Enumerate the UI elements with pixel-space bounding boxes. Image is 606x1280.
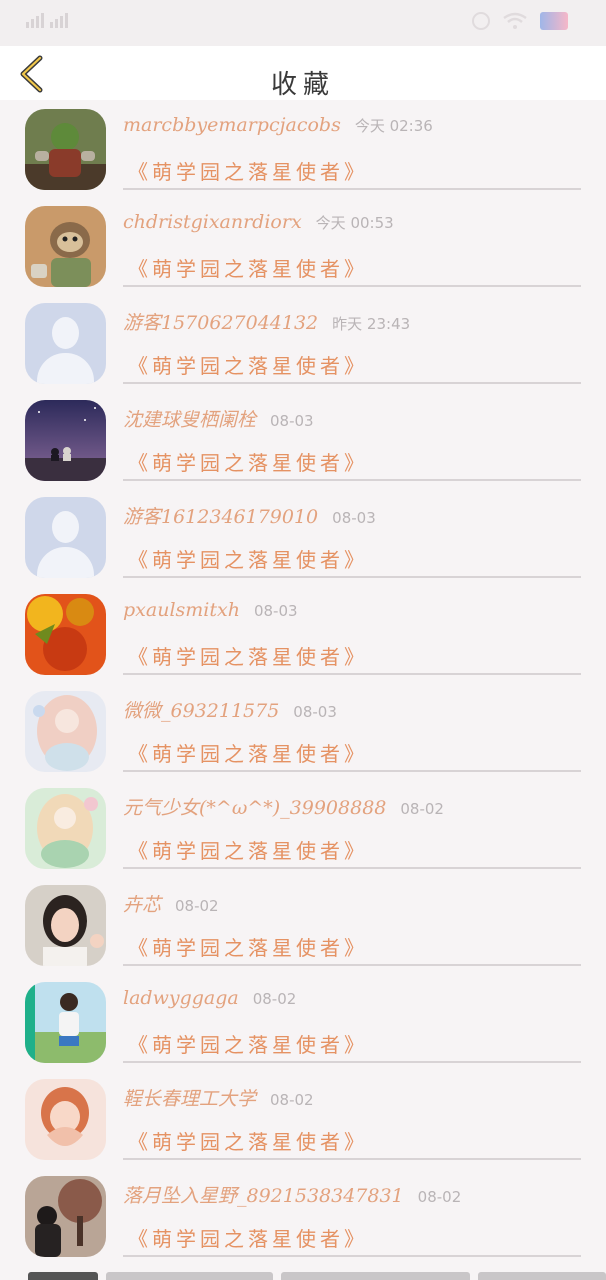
header-bar: 收藏 <box>0 46 606 100</box>
divider <box>123 1061 581 1063</box>
list-item[interactable]: 元气少女(*^ω^*)_39908888 08-02 《萌学园之落星使者》 <box>0 779 606 876</box>
avatar[interactable] <box>25 691 106 772</box>
avatar[interactable] <box>25 885 106 966</box>
book-title-link[interactable]: 《萌学园之落星使者》 <box>128 1223 368 1252</box>
timestamp: 今天 02:36 <box>354 117 433 135</box>
divider <box>123 1255 581 1257</box>
list-item[interactable]: 沈建球叟栖阑栓 08-03 《萌学园之落星使者》 <box>0 391 606 488</box>
divider <box>123 770 581 772</box>
timestamp: 08-03 <box>332 509 376 527</box>
avatar[interactable] <box>25 788 106 869</box>
book-title-link[interactable]: 《萌学园之落星使者》 <box>128 1126 368 1155</box>
divider <box>123 964 581 966</box>
default-avatar-icon[interactable] <box>25 303 106 384</box>
divider <box>123 867 581 869</box>
divider <box>123 1158 581 1160</box>
divider <box>123 285 581 287</box>
wifi-icon <box>503 12 527 29</box>
list-item[interactable]: pxaulsmitxh 08-03 《萌学园之落星使者》 <box>0 585 606 682</box>
avatar[interactable] <box>25 1176 106 1257</box>
username: 鞓长春理工大学 <box>123 1088 257 1110</box>
book-title-link[interactable]: 《萌学园之落星使者》 <box>128 544 368 573</box>
divider <box>123 479 581 481</box>
avatar[interactable] <box>25 400 106 481</box>
heart-hands-icon <box>25 1079 106 1160</box>
next-item-peek <box>0 1272 606 1280</box>
username: 游客1570627044132 <box>123 312 319 334</box>
book-title-link[interactable]: 《萌学园之落星使者》 <box>128 1029 368 1058</box>
timestamp: 08-02 <box>400 800 444 818</box>
battery-icon <box>540 12 568 30</box>
list-item[interactable]: ladwyggaga 08-02 《萌学园之落星使者》 <box>0 973 606 1070</box>
tree-photo-icon <box>25 1176 106 1257</box>
avatar[interactable] <box>25 982 106 1063</box>
list-item[interactable]: chdristgixanrdiorx 今天 00:53 《萌学园之落星使者》 <box>0 197 606 294</box>
book-title-link[interactable]: 《萌学园之落星使者》 <box>128 350 368 379</box>
book-title-link[interactable]: 《萌学园之落星使者》 <box>128 835 368 864</box>
book-title-link[interactable]: 《萌学园之落星使者》 <box>128 738 368 767</box>
timestamp: 今天 00:53 <box>315 214 394 232</box>
username: ladwyggaga <box>123 987 239 1009</box>
list-item[interactable]: marcbbyemarpcjacobs 今天 02:36 《萌学园之落星使者》 <box>0 100 606 197</box>
girl-photo-icon <box>25 885 106 966</box>
sloth-cartoon-icon <box>25 206 106 287</box>
avatar[interactable] <box>25 594 106 675</box>
timestamp: 08-03 <box>293 703 337 721</box>
anime-girl-icon <box>25 788 106 869</box>
default-avatar-icon[interactable] <box>25 497 106 578</box>
timestamp: 08-03 <box>253 602 298 620</box>
timestamp: 08-02 <box>417 1188 462 1206</box>
username: 微微_693211575 <box>123 700 280 722</box>
divider <box>123 576 581 578</box>
avatar[interactable] <box>25 206 106 287</box>
status-bar <box>0 0 606 46</box>
favorites-list: marcbbyemarpcjacobs 今天 02:36 《萌学园之落星使者》 … <box>0 100 606 1264</box>
timestamp: 08-02 <box>270 1091 314 1109</box>
night-sky-icon <box>25 400 106 481</box>
username: 游客1612346179010 <box>123 506 319 528</box>
book-title-link[interactable]: 《萌学园之落星使者》 <box>128 932 368 961</box>
signal-icon <box>26 12 68 28</box>
avatar[interactable] <box>25 109 106 190</box>
orc-warrior-icon <box>25 109 106 190</box>
book-title-link[interactable]: 《萌学园之落星使者》 <box>128 447 368 476</box>
username: 元气少女(*^ω^*)_39908888 <box>123 797 387 819</box>
username: pxaulsmitxh <box>123 599 240 621</box>
username: 卉芯 <box>123 894 162 916</box>
username: chdristgixanrdiorx <box>123 211 302 233</box>
autumn-leaves-icon <box>25 594 106 675</box>
username: 落月坠入星野_8921538347831 <box>123 1185 404 1207</box>
divider <box>123 188 581 190</box>
username: 沈建球叟栖阑栓 <box>123 409 257 431</box>
timestamp: 08-03 <box>270 412 314 430</box>
username: marcbbyemarpcjacobs <box>123 114 341 136</box>
anime-girl-icon <box>25 691 106 772</box>
avatar[interactable] <box>25 1079 106 1160</box>
divider <box>123 382 581 384</box>
book-title-link[interactable]: 《萌学园之落星使者》 <box>128 253 368 282</box>
book-title-link[interactable]: 《萌学园之落星使者》 <box>128 156 368 185</box>
list-item[interactable]: 鞓长春理工大学 08-02 《萌学园之落星使者》 <box>0 1070 606 1167</box>
list-item[interactable]: 游客1570627044132 昨天 23:43 《萌学园之落星使者》 <box>0 294 606 391</box>
list-item[interactable]: 游客1612346179010 08-03 《萌学园之落星使者》 <box>0 488 606 585</box>
timestamp: 08-02 <box>175 897 219 915</box>
divider <box>123 673 581 675</box>
list-item[interactable]: 卉芯 08-02 《萌学园之落星使者》 <box>0 876 606 973</box>
alarm-icon <box>472 12 490 30</box>
list-item[interactable]: 落月坠入星野_8921538347831 08-02 《萌学园之落星使者》 <box>0 1167 606 1264</box>
book-title-link[interactable]: 《萌学园之落星使者》 <box>128 641 368 670</box>
girl-outdoor-icon <box>25 982 106 1063</box>
timestamp: 昨天 23:43 <box>332 315 411 333</box>
list-item[interactable]: 微微_693211575 08-03 《萌学园之落星使者》 <box>0 682 606 779</box>
timestamp: 08-02 <box>252 990 297 1008</box>
page-title: 收藏 <box>270 70 335 100</box>
